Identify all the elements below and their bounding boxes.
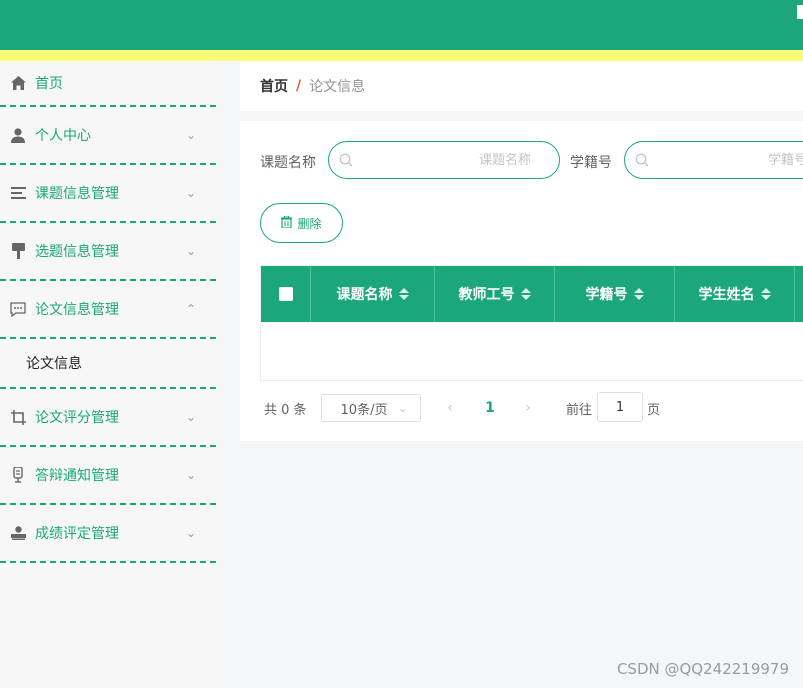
- user-icon: [10, 127, 26, 143]
- watermark: CSDN @QQ242219979: [616, 660, 789, 678]
- topic-name-label: 课题名称: [260, 155, 316, 171]
- pagination-total: 共 0 条: [264, 402, 307, 418]
- delete-button[interactable]: 删除: [260, 203, 343, 243]
- sort-icon[interactable]: [398, 288, 409, 300]
- column-header-teacher-id[interactable]: 教师工号: [435, 266, 555, 322]
- brush-icon: [10, 243, 26, 259]
- submenu-item-label: 论文信息: [26, 356, 82, 372]
- chevron-up-icon: ⌃: [185, 302, 197, 316]
- goto-suffix: 页: [647, 402, 661, 418]
- header-corner-mark: [797, 5, 803, 19]
- microphone-icon: [10, 467, 26, 483]
- sidebar-item-label: 成绩评定管理: [35, 526, 119, 542]
- student-id-search-box: [624, 141, 803, 179]
- chevron-down-icon: ⌄: [185, 526, 197, 540]
- breadcrumb-current: 论文信息: [309, 79, 366, 95]
- student-id-input[interactable]: [655, 142, 803, 178]
- chevron-down-icon: ⌄: [398, 401, 408, 415]
- goto-page-input[interactable]: [597, 392, 643, 422]
- sidebar-item-thesis-scoring[interactable]: 论文评分管理 ⌄: [0, 389, 216, 447]
- page-number-current[interactable]: 1: [480, 394, 500, 422]
- column-title: 学籍号: [585, 287, 628, 303]
- header-accent-stripe: [0, 50, 803, 61]
- sidebar-item-label: 论文评分管理: [35, 410, 119, 426]
- topic-name-input[interactable]: [359, 142, 559, 178]
- breadcrumb-home[interactable]: 首页: [260, 76, 288, 96]
- home-icon: [10, 75, 26, 91]
- sidebar-item-label: 选题信息管理: [35, 244, 119, 260]
- sidebar-item-selection-management[interactable]: 选题信息管理 ⌄: [0, 223, 216, 281]
- trash-icon: [281, 215, 293, 231]
- column-title: 课题名称: [336, 287, 393, 303]
- chat-icon: [10, 301, 26, 317]
- column-header-topic-name[interactable]: 课题名称: [311, 266, 435, 322]
- top-header-bar: [0, 0, 803, 50]
- breadcrumb: 首页 / 论文信息: [240, 61, 803, 111]
- content-panel: 课题名称 学籍号 删除 课题名称 教师工号: [240, 121, 803, 441]
- next-page-button[interactable]: ›: [518, 394, 538, 422]
- list-icon: [10, 185, 26, 201]
- chevron-down-icon: ⌄: [185, 128, 197, 142]
- crop-icon: [10, 409, 26, 425]
- column-title: 教师工号: [458, 287, 515, 303]
- topic-name-search-box: [328, 141, 560, 179]
- column-header-overflow: [795, 266, 803, 322]
- search-icon: [339, 153, 353, 167]
- sidebar-item-label: 论文信息管理: [35, 302, 119, 318]
- page-size-value: 10条/页: [340, 402, 388, 418]
- sidebar-item-label: 答辩通知管理: [35, 468, 119, 484]
- sort-icon[interactable]: [520, 288, 531, 300]
- chevron-down-icon: ⌄: [185, 244, 197, 258]
- sort-icon[interactable]: [760, 288, 771, 300]
- chevron-down-icon: ⌄: [185, 410, 197, 424]
- stamp-icon: [10, 525, 26, 541]
- column-title: 学生姓名: [698, 287, 755, 303]
- page-size-select[interactable]: 10条/页 ⌄: [321, 394, 421, 422]
- sidebar-item-topic-management[interactable]: 课题信息管理 ⌄: [0, 165, 216, 223]
- chevron-down-icon: ⌄: [185, 186, 197, 200]
- submenu-item-thesis-info[interactable]: 论文信息: [0, 339, 216, 389]
- student-id-label: 学籍号: [570, 155, 612, 171]
- select-all-cell: [261, 266, 311, 322]
- sidebar-item-label: 个人中心: [35, 128, 91, 144]
- sidebar-item-grade-management[interactable]: 成绩评定管理 ⌄: [0, 505, 216, 563]
- sidebar-item-label: 课题信息管理: [35, 186, 119, 202]
- search-icon: [635, 153, 649, 167]
- thesis-table: 课题名称 教师工号 学籍号 学生姓名: [260, 265, 803, 381]
- prev-page-button[interactable]: ‹: [440, 394, 460, 422]
- table-header: 课题名称 教师工号 学籍号 学生姓名: [261, 266, 803, 322]
- column-header-student-name[interactable]: 学生姓名: [675, 266, 795, 322]
- delete-button-label: 删除: [297, 216, 322, 231]
- select-all-checkbox[interactable]: [278, 287, 293, 301]
- sidebar-item-thesis-management[interactable]: 论文信息管理 ⌃: [0, 281, 216, 339]
- sidebar-item-home[interactable]: 首页: [0, 61, 216, 107]
- chevron-down-icon: ⌄: [185, 468, 197, 482]
- sort-icon[interactable]: [633, 288, 644, 300]
- sidebar-item-label: 首页: [35, 76, 63, 92]
- goto-label: 前往: [566, 402, 593, 418]
- sidebar-item-personal-center[interactable]: 个人中心 ⌄: [0, 107, 216, 165]
- breadcrumb-separator: /: [296, 78, 302, 94]
- sidebar: 首页 个人中心 ⌄ 课题信息管理 ⌄ 选题信息管理 ⌄ 论文信息管理 ⌃ 论文信…: [0, 61, 216, 688]
- sidebar-item-defense-notice[interactable]: 答辩通知管理 ⌄: [0, 447, 216, 505]
- column-header-student-id[interactable]: 学籍号: [555, 266, 675, 322]
